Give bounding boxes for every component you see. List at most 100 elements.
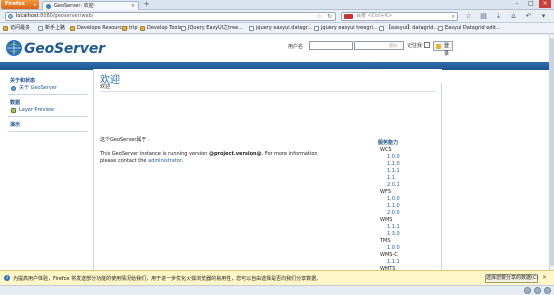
page-icon [438, 26, 443, 31]
bookmark-label: 【easyui】datagrid... [386, 25, 439, 31]
capabilities-list: WCS 1.0.0 1.1.0 1.1.1 1.1 2.0.1 WFS 1.0.0 1.1.0 2… [378, 147, 438, 270]
bookmark-star-icon[interactable]: ☆ [317, 13, 322, 20]
browser-tab[interactable]: GeoServer: 欢迎 × [42, 1, 139, 10]
bookmark-item[interactable]: 访问最多 [2, 24, 30, 33]
version-suffix: . For more information [261, 151, 318, 157]
capability-version-link[interactable]: 1.0.0 [378, 154, 438, 161]
remember-me-checkbox[interactable] [424, 42, 430, 48]
bookmark-item[interactable]: trip [121, 24, 138, 33]
capability-version-link[interactable]: 1.0.0 [378, 196, 438, 203]
sidebar-section-title[interactable]: 演示 [0, 122, 90, 129]
login-button[interactable]: 登录 [433, 41, 454, 57]
library-icon[interactable]: ▤ [479, 12, 488, 21]
status-bar [0, 285, 554, 295]
url-path: :8080/geoserver/web/ [38, 13, 94, 19]
home-icon[interactable]: ⌂ [509, 12, 518, 21]
chevron-down-icon: ▾ [33, 2, 36, 7]
new-tab-button[interactable]: + [142, 1, 151, 9]
addon-status-icon[interactable] [524, 287, 531, 294]
search-engine-icon[interactable] [344, 14, 353, 19]
sync-status-icon[interactable] [534, 287, 541, 294]
search-box[interactable]: 百度 <Ctrl+K> ⌕ [341, 12, 458, 21]
bookmark-item[interactable]: jquery easyui datagr... [248, 24, 312, 33]
scrollbar-thumb[interactable] [550, 38, 554, 266]
navigation-toolbar: localhost:8080/geoserver/web/ ☆ ↻ 百度 <Ct… [0, 10, 554, 23]
capability-service-name: WFS [380, 189, 391, 195]
capability-version-link[interactable]: 2.0.0 [378, 210, 438, 217]
sidebar-item-about-geoserver[interactable]: 关于 GeoServer [0, 85, 90, 92]
notification-close-icon[interactable]: × [542, 274, 547, 281]
search-icon[interactable]: ⌕ [452, 13, 455, 20]
folder-icon [70, 26, 75, 31]
bookmark-item[interactable]: Develop Tools [139, 24, 182, 33]
geoserver-header: GeoServer 用户名 记住我 登录 密码 [0, 35, 549, 63]
capability-version-link[interactable]: 1.0.0 [378, 245, 438, 252]
geoserver-favicon-icon [46, 4, 51, 9]
capability-version-link[interactable]: 2.0.1 [378, 182, 438, 189]
capability-service-name: WMS [380, 217, 393, 223]
page-subtitle: 欢迎 [100, 84, 111, 90]
tab-close-icon[interactable]: × [131, 2, 135, 10]
capability-service-name: TMS [380, 238, 391, 244]
capability-version-link[interactable]: 1.1.1 [378, 259, 438, 266]
window-close-icon[interactable]: × [539, 0, 551, 8]
page-icon [38, 26, 43, 31]
title-divider [100, 91, 436, 92]
sidebar-divider [8, 94, 88, 95]
firefox-menu-button[interactable]: Firefox ▾ [1, 0, 39, 9]
capability-version-link[interactable]: 1.1 [378, 175, 438, 182]
sidebar: 关于和状态 关于 GeoServer 数据 Layer Preview 演示 [0, 70, 90, 270]
back-icon[interactable]: ↶ [524, 12, 533, 21]
version-info: This GeoServer instance is running versi… [100, 151, 360, 157]
sidebar-section-about: 关于和状态 关于 GeoServer [0, 78, 90, 95]
vertical-scrollbar[interactable] [549, 35, 554, 270]
sidebar-item-layer-preview[interactable]: Layer Preview [0, 107, 90, 114]
contact-suffix: . [181, 158, 184, 164]
url-bar[interactable]: localhost:8080/geoserver/web/ ☆ ↻ [5, 12, 336, 21]
bookmark-label: JQuery EasyUI之tree... [188, 25, 244, 31]
menu-icon[interactable]: ▾ [539, 12, 548, 21]
reload-icon[interactable]: ↻ [327, 13, 332, 20]
sidebar-divider [8, 131, 88, 132]
maximize-icon[interactable]: □ [525, 0, 537, 8]
bookmark-item[interactable]: 新手上路 [37, 24, 65, 33]
version-prefix: This GeoServer instance is running versi… [100, 151, 209, 157]
search-placeholder: 百度 <Ctrl+K> [356, 13, 393, 19]
capability-version-link[interactable]: 1.1.1 [378, 168, 438, 175]
login-button-label: 登录 [444, 43, 450, 57]
capability-version-link[interactable]: 1.1.1 [378, 224, 438, 231]
capability-version-link[interactable]: 1.3.0 [378, 231, 438, 238]
site-identity-icon[interactable] [8, 14, 13, 19]
main-title-bar: 欢迎 [94, 69, 442, 86]
bookmark-item[interactable]: jquery easyui treegri... [313, 24, 378, 33]
welcome-text: 这个GeoServer属于 . [100, 137, 150, 143]
bookmark-item[interactable]: Develope Resources [69, 24, 128, 33]
minimize-icon[interactable]: – [511, 0, 523, 8]
capability-service-name: WMS-C [380, 252, 398, 258]
downloads-icon[interactable]: ⇣ [494, 12, 503, 21]
username-input[interactable] [309, 41, 353, 50]
page-icon [181, 26, 186, 31]
bookmark-item[interactable]: JQuery EasyUI之tree... [180, 24, 243, 33]
bookmark-item[interactable]: Easyui Datagrid edit... [437, 24, 501, 33]
capability-version-link[interactable]: 1.1.0 [378, 203, 438, 210]
administrator-link[interactable]: administrator [148, 158, 181, 164]
bookmarks-toolbar: 访问最多 新手上路 Develope Resources trip Develo… [0, 23, 554, 34]
bookmark-label: 访问最多 [10, 25, 31, 31]
folder-icon [3, 26, 8, 31]
remember-me-label: 记住我 [407, 43, 423, 49]
status-icons [524, 287, 551, 294]
sidebar-section-data: 数据 Layer Preview [0, 100, 90, 117]
geoserver-logo-text: GeoServer [24, 41, 105, 57]
firefox-menu-label: Firefox [5, 1, 25, 7]
bookmark-item[interactable]: 【easyui】datagrid... [378, 24, 438, 33]
sidebar-item-label: Layer Preview [19, 107, 54, 113]
network-status-icon[interactable] [544, 287, 551, 294]
page-icon [314, 26, 319, 31]
tab-title: GeoServer: 欢迎 [54, 3, 94, 9]
sidebar-section-title: 数据 [10, 100, 21, 106]
sidebar-item-label: 关于 GeoServer [19, 85, 57, 91]
bookmarks-menu-icon[interactable]: ☆ [464, 12, 473, 21]
capability-version-link[interactable]: 1.1.0 [378, 161, 438, 168]
choose-data-button[interactable]: 选择您要分享的数据(C) [485, 274, 538, 283]
